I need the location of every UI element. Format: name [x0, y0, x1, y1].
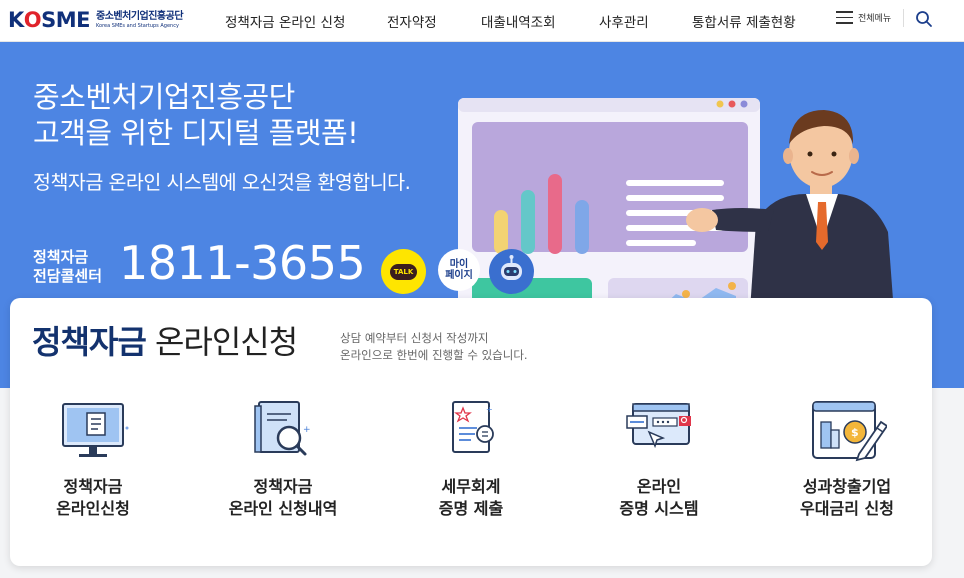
hamburger-icon [836, 11, 853, 24]
coin-pencil-icon: $ [812, 401, 887, 462]
card-title: 정책자금 온라인신청 [32, 323, 298, 361]
logo-red-o: O [23, 7, 42, 32]
logo-english-name: Korea SMEs and Startups Agency [96, 22, 179, 29]
card-description: 상담 예약부터 신청서 작성까지 온라인으로 한번에 진행할 수 있습니다. [340, 331, 528, 362]
robot-icon [501, 255, 522, 280]
nav-after-management[interactable]: 사후관리 [599, 11, 649, 31]
hero-title-line2: 고객을 위한 디지털 플랫폼! [33, 116, 359, 150]
logo-korean-name: 중소벤처기업진흥공단 [96, 10, 184, 22]
svg-text:+: + [486, 405, 493, 414]
nav-online-application[interactable]: 정책자금 온라인 신청 [225, 11, 345, 31]
call-center-phone: 1811-3655 [119, 236, 366, 290]
my-page-button[interactable]: 마이 페이지 [438, 249, 480, 291]
site-header: KOSME 중소벤처기업진흥공단 Korea SMEs and Startups… [0, 0, 964, 42]
online-application-card: 정책자금 온라인신청 상담 예약부터 신청서 작성까지 온라인으로 한번에 진행… [10, 298, 932, 566]
nav-loan-history[interactable]: 대출내역조회 [481, 11, 556, 31]
svg-text:+: + [303, 425, 311, 435]
service-performance-preferential-rate[interactable]: $ 성과창출기업 우대금리 신청 [772, 398, 922, 520]
logo-wordmark: KOSME [8, 7, 91, 32]
call-center-label: 정책자금 전담콜센터 [33, 248, 103, 285]
hero-title-line1: 중소벤처기업진흥공단 [33, 80, 295, 114]
service-online-proof-system[interactable]: 온라인 증명 시스템 [584, 398, 734, 520]
header-divider [903, 9, 904, 27]
service-online-application[interactable]: 정책자금 온라인신청 [18, 398, 168, 520]
nav-document-status[interactable]: 통합서류 제출현황 [692, 11, 796, 31]
kosme-logo[interactable]: KOSME 중소벤처기업진흥공단 Korea SMEs and Startups… [8, 5, 184, 35]
monitor-document-icon [62, 403, 129, 457]
kakao-talk-button[interactable]: TALK [381, 249, 426, 294]
chatbot-button[interactable] [489, 249, 534, 294]
document-magnifier-icon: + [254, 401, 311, 456]
search-icon[interactable] [915, 10, 933, 28]
service-application-history[interactable]: + 정책자금 온라인 신청내역 [208, 398, 358, 520]
all-menu-label: 전체메뉴 [858, 14, 892, 24]
nav-e-contract[interactable]: 전자약정 [387, 11, 437, 31]
service-tax-accounting-proof[interactable]: + 세무회계 증명 제출 [396, 398, 546, 520]
kakao-talk-icon: TALK [389, 263, 418, 280]
hero-subtitle: 정책자금 온라인 시스템에 오신것을 환영합니다. [33, 171, 411, 194]
all-menu-button[interactable]: 전체메뉴 [836, 11, 891, 24]
online-browser-icon [626, 403, 691, 449]
tax-document-icon: + [452, 401, 494, 453]
svg-text:$: $ [851, 426, 859, 439]
